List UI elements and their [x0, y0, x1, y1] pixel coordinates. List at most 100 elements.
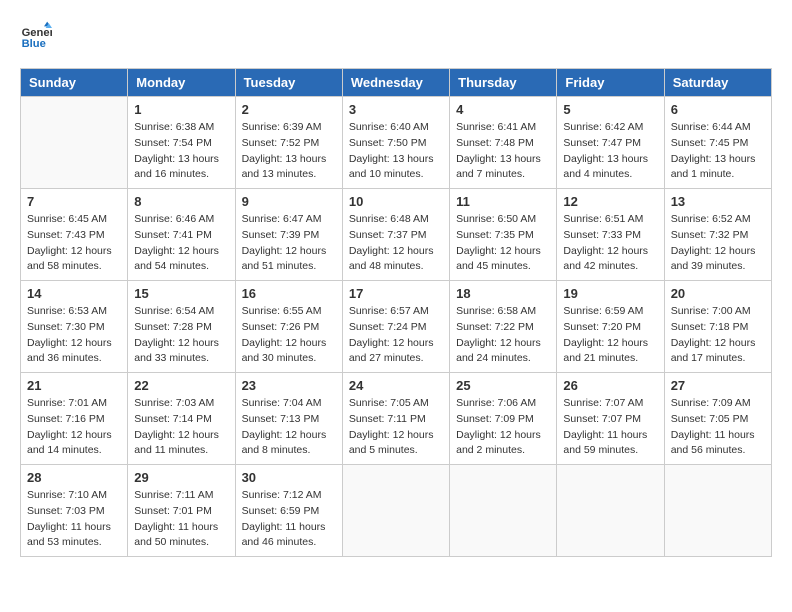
calendar-cell: 7 Sunrise: 6:45 AM Sunset: 7:43 PM Daylig… [21, 189, 128, 281]
calendar-cell: 14 Sunrise: 6:53 AM Sunset: 7:30 PM Dayli… [21, 281, 128, 373]
calendar-week-4: 21Sunrise: 7:01 AM Sunset: 7:16 PM Dayli… [21, 373, 772, 465]
calendar-cell [664, 465, 771, 557]
calendar-cell [450, 465, 557, 557]
day-info: Sunrise: 6:46 AM Sunset: 7:41 PM Dayligh… [134, 212, 228, 275]
calendar-week-5: 28Sunrise: 7:10 AM Sunset: 7:03 PM Dayli… [21, 465, 772, 557]
day-info: Sunrise: 7:03 AM Sunset: 7:14 PM Dayligh… [134, 396, 228, 459]
day-info: Sunrise: 7:10 AM Sunset: 7:03 PM Dayligh… [27, 488, 121, 551]
day-number: 4 [456, 102, 550, 117]
day-info: Sunrise: 7:09 AM Sunset: 7:05 PM Dayligh… [671, 396, 765, 459]
day-number: 3 [349, 102, 443, 117]
calendar-week-2: 7 Sunrise: 6:45 AM Sunset: 7:43 PM Daylig… [21, 189, 772, 281]
calendar-cell: 27 Sunrise: 7:09 AM Sunset: 7:05 PM Dayli… [664, 373, 771, 465]
day-info: Sunrise: 6:55 AM Sunset: 7:26 PM Dayligh… [242, 304, 336, 367]
calendar-cell: 12 Sunrise: 6:51 AM Sunset: 7:33 PM Dayli… [557, 189, 664, 281]
day-number: 30 [242, 470, 336, 485]
day-number: 16 [242, 286, 336, 301]
day-number: 23 [242, 378, 336, 393]
svg-text:General: General [22, 27, 52, 39]
calendar-cell: 1 Sunrise: 6:38 AM Sunset: 7:54 PM Daylig… [128, 97, 235, 189]
calendar-cell: 4 Sunrise: 6:41 AM Sunset: 7:48 PM Daylig… [450, 97, 557, 189]
day-info: Sunrise: 6:39 AM Sunset: 7:52 PM Dayligh… [242, 120, 336, 183]
calendar-cell [342, 465, 449, 557]
day-info: Sunrise: 6:52 AM Sunset: 7:32 PM Dayligh… [671, 212, 765, 275]
day-info: Sunrise: 7:04 AM Sunset: 7:13 PM Dayligh… [242, 396, 336, 459]
calendar-cell: 22 Sunrise: 7:03 AM Sunset: 7:14 PM Dayli… [128, 373, 235, 465]
column-header-saturday: Saturday [664, 69, 771, 97]
day-number: 13 [671, 194, 765, 209]
day-info: Sunrise: 6:57 AM Sunset: 7:24 PM Dayligh… [349, 304, 443, 367]
calendar-table: SundayMondayTuesdayWednesdayThursdayFrid… [20, 68, 772, 557]
calendar-cell: 17 Sunrise: 6:57 AM Sunset: 7:24 PM Dayli… [342, 281, 449, 373]
calendar-cell: 5 Sunrise: 6:42 AM Sunset: 7:47 PM Daylig… [557, 97, 664, 189]
day-number: 11 [456, 194, 550, 209]
day-number: 9 [242, 194, 336, 209]
day-number: 10 [349, 194, 443, 209]
day-number: 12 [563, 194, 657, 209]
day-info: Sunrise: 6:59 AM Sunset: 7:20 PM Dayligh… [563, 304, 657, 367]
calendar-cell [21, 97, 128, 189]
day-header-row: SundayMondayTuesdayWednesdayThursdayFrid… [21, 69, 772, 97]
day-number: 19 [563, 286, 657, 301]
calendar-cell: 2 Sunrise: 6:39 AM Sunset: 7:52 PM Daylig… [235, 97, 342, 189]
calendar-cell [557, 465, 664, 557]
calendar-cell: 30 Sunrise: 7:12 AM Sunset: 6:59 PM Dayli… [235, 465, 342, 557]
day-info: Sunrise: 7:06 AM Sunset: 7:09 PM Dayligh… [456, 396, 550, 459]
day-number: 15 [134, 286, 228, 301]
day-number: 22 [134, 378, 228, 393]
calendar-cell: 9 Sunrise: 6:47 AM Sunset: 7:39 PM Daylig… [235, 189, 342, 281]
calendar-cell: 24Sunrise: 7:05 AM Sunset: 7:11 PM Dayli… [342, 373, 449, 465]
day-info: Sunrise: 7:12 AM Sunset: 6:59 PM Dayligh… [242, 488, 336, 551]
day-info: Sunrise: 6:44 AM Sunset: 7:45 PM Dayligh… [671, 120, 765, 183]
logo-icon: General Blue [20, 20, 52, 52]
day-number: 14 [27, 286, 121, 301]
day-number: 25 [456, 378, 550, 393]
day-info: Sunrise: 6:51 AM Sunset: 7:33 PM Dayligh… [563, 212, 657, 275]
day-info: Sunrise: 6:58 AM Sunset: 7:22 PM Dayligh… [456, 304, 550, 367]
day-info: Sunrise: 7:07 AM Sunset: 7:07 PM Dayligh… [563, 396, 657, 459]
calendar-cell: 21Sunrise: 7:01 AM Sunset: 7:16 PM Dayli… [21, 373, 128, 465]
calendar-cell: 28Sunrise: 7:10 AM Sunset: 7:03 PM Dayli… [21, 465, 128, 557]
day-info: Sunrise: 6:53 AM Sunset: 7:30 PM Dayligh… [27, 304, 121, 367]
column-header-tuesday: Tuesday [235, 69, 342, 97]
day-number: 7 [27, 194, 121, 209]
day-number: 5 [563, 102, 657, 117]
column-header-friday: Friday [557, 69, 664, 97]
day-number: 26 [563, 378, 657, 393]
logo: General Blue [20, 20, 52, 52]
calendar-cell: 10Sunrise: 6:48 AM Sunset: 7:37 PM Dayli… [342, 189, 449, 281]
day-number: 29 [134, 470, 228, 485]
day-info: Sunrise: 6:54 AM Sunset: 7:28 PM Dayligh… [134, 304, 228, 367]
calendar-week-1: 1 Sunrise: 6:38 AM Sunset: 7:54 PM Daylig… [21, 97, 772, 189]
day-info: Sunrise: 6:42 AM Sunset: 7:47 PM Dayligh… [563, 120, 657, 183]
day-number: 24 [349, 378, 443, 393]
day-number: 8 [134, 194, 228, 209]
day-info: Sunrise: 6:47 AM Sunset: 7:39 PM Dayligh… [242, 212, 336, 275]
day-number: 18 [456, 286, 550, 301]
calendar-cell: 18 Sunrise: 6:58 AM Sunset: 7:22 PM Dayli… [450, 281, 557, 373]
day-number: 6 [671, 102, 765, 117]
day-info: Sunrise: 7:11 AM Sunset: 7:01 PM Dayligh… [134, 488, 228, 551]
day-number: 20 [671, 286, 765, 301]
calendar-cell: 20 Sunrise: 7:00 AM Sunset: 7:18 PM Dayli… [664, 281, 771, 373]
calendar-cell: 29 Sunrise: 7:11 AM Sunset: 7:01 PM Dayli… [128, 465, 235, 557]
day-info: Sunrise: 7:01 AM Sunset: 7:16 PM Dayligh… [27, 396, 121, 459]
calendar-cell: 26 Sunrise: 7:07 AM Sunset: 7:07 PM Dayli… [557, 373, 664, 465]
calendar-cell: 23 Sunrise: 7:04 AM Sunset: 7:13 PM Dayli… [235, 373, 342, 465]
column-header-wednesday: Wednesday [342, 69, 449, 97]
day-info: Sunrise: 6:38 AM Sunset: 7:54 PM Dayligh… [134, 120, 228, 183]
calendar-cell: 8 Sunrise: 6:46 AM Sunset: 7:41 PM Daylig… [128, 189, 235, 281]
day-number: 2 [242, 102, 336, 117]
day-number: 1 [134, 102, 228, 117]
column-header-thursday: Thursday [450, 69, 557, 97]
calendar-cell: 25 Sunrise: 7:06 AM Sunset: 7:09 PM Dayli… [450, 373, 557, 465]
page-header: General Blue [20, 20, 772, 52]
day-info: Sunrise: 6:41 AM Sunset: 7:48 PM Dayligh… [456, 120, 550, 183]
day-info: Sunrise: 6:45 AM Sunset: 7:43 PM Dayligh… [27, 212, 121, 275]
calendar-cell: 11Sunrise: 6:50 AM Sunset: 7:35 PM Dayli… [450, 189, 557, 281]
column-header-monday: Monday [128, 69, 235, 97]
day-info: Sunrise: 7:00 AM Sunset: 7:18 PM Dayligh… [671, 304, 765, 367]
day-info: Sunrise: 6:40 AM Sunset: 7:50 PM Dayligh… [349, 120, 443, 183]
day-number: 27 [671, 378, 765, 393]
day-number: 17 [349, 286, 443, 301]
